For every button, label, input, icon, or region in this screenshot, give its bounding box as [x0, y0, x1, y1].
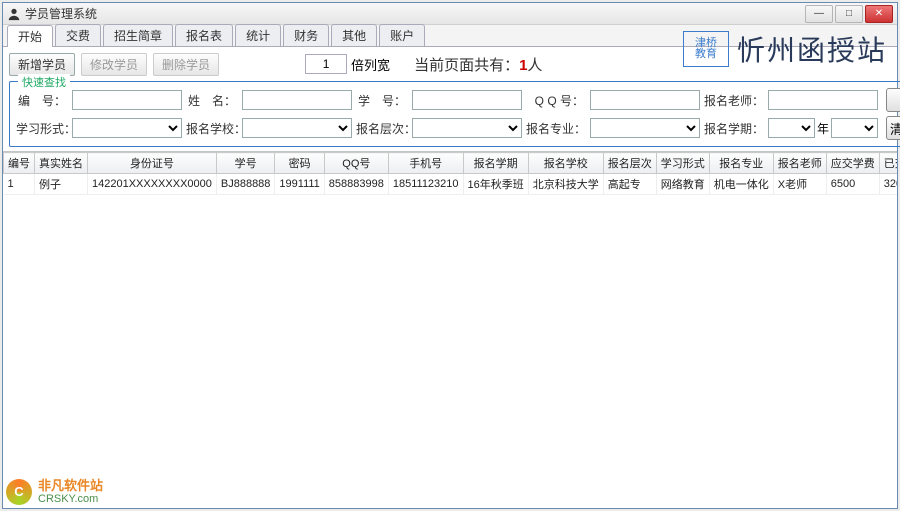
quick-search-box: 快速查找 编 号： 姓 名： 学 号： Q Q 号： 报名老师： 查找 学习形式… [9, 81, 900, 147]
table-cell: 例子 [35, 174, 88, 195]
tab-5[interactable]: 财务 [283, 24, 329, 46]
watermark-name: 非凡软件站 [38, 479, 103, 493]
search-grid: 编 号： 姓 名： 学 号： Q Q 号： 报名老师： 查找 学习形式： 报名学… [16, 88, 900, 140]
table-header-cell[interactable]: 身份证号 [88, 153, 217, 174]
select-school[interactable] [242, 118, 352, 138]
label-level: 报名层次： [356, 120, 408, 137]
table-wrap[interactable]: 编号真实姓名身份证号学号密码QQ号手机号报名学期报名学校报名层次学习形式报名专业… [3, 151, 897, 508]
page-count-prefix: 当前页面共有： [414, 57, 519, 74]
watermark: C 非凡软件站 CRSKY.com [6, 479, 103, 505]
search-button[interactable]: 查找 [886, 88, 900, 112]
clear-button[interactable]: 清除条件 [886, 116, 900, 140]
table-cell: 142201XXXXXXXX0000 [88, 174, 217, 195]
label-qq: Q Q 号： [526, 92, 586, 109]
table-header-cell[interactable]: 手机号 [388, 153, 463, 174]
table-row[interactable]: 1例子142201XXXXXXXX0000BJ88888819911118588… [4, 174, 898, 195]
label-id: 编 号： [16, 92, 68, 109]
input-name[interactable] [242, 90, 352, 110]
table-header-cell[interactable]: 报名老师 [773, 153, 826, 174]
add-student-button[interactable]: 新增学员 [9, 53, 75, 76]
watermark-logo-icon: C [6, 479, 32, 505]
input-studentno[interactable] [412, 90, 522, 110]
table-header-cell[interactable]: 学习形式 [656, 153, 709, 174]
table-header-cell[interactable]: 编号 [4, 153, 35, 174]
table-header-cell[interactable]: 应交学费 [826, 153, 879, 174]
table-header-row: 编号真实姓名身份证号学号密码QQ号手机号报名学期报名学校报名层次学习形式报名专业… [4, 153, 898, 174]
select-period-term[interactable] [831, 118, 878, 138]
table-cell: BJ888888 [216, 174, 275, 195]
app-icon [7, 7, 21, 21]
select-study-type[interactable] [72, 118, 182, 138]
table-header-cell[interactable]: 真实姓名 [35, 153, 88, 174]
label-year-suffix: 年 [817, 120, 829, 137]
input-teacher[interactable] [768, 90, 878, 110]
edit-student-button[interactable]: 修改学员 [81, 53, 147, 76]
delete-student-button[interactable]: 删除学员 [153, 53, 219, 76]
input-id[interactable] [72, 90, 182, 110]
table-body: 1例子142201XXXXXXXX0000BJ88888819911118588… [4, 174, 898, 195]
table-header-cell[interactable]: 报名学校 [528, 153, 603, 174]
label-school: 报名学校： [186, 120, 238, 137]
table-header-cell[interactable]: QQ号 [324, 153, 388, 174]
select-major[interactable] [590, 118, 700, 138]
table-cell: 858883998 [324, 174, 388, 195]
tab-6[interactable]: 其他 [331, 24, 377, 46]
table-cell: X老师 [773, 174, 826, 195]
table-cell: 网络教育 [656, 174, 709, 195]
table-cell: 16年秋季班 [463, 174, 528, 195]
tab-0[interactable]: 开始 [7, 25, 53, 47]
watermark-url: CRSKY.com [38, 493, 103, 505]
page-count-suffix: 人 [527, 57, 542, 74]
tab-2[interactable]: 招生简章 [103, 24, 173, 46]
quick-search-title: 快速查找 [18, 74, 70, 90]
table-cell: 3200 [879, 174, 897, 195]
label-major: 报名专业： [526, 120, 586, 137]
table-cell: 北京科技大学 [528, 174, 603, 195]
titlebar: 学员管理系统 — □ ✕ [3, 3, 897, 25]
column-width-control: 倍列宽 [305, 54, 390, 74]
input-qq[interactable] [590, 90, 700, 110]
table-header-cell[interactable]: 密码 [275, 153, 324, 174]
tab-7[interactable]: 账户 [379, 24, 425, 46]
student-table: 编号真实姓名身份证号学号密码QQ号手机号报名学期报名学校报名层次学习形式报名专业… [3, 152, 897, 195]
minimize-button[interactable]: — [805, 5, 833, 23]
table-cell: 1991111 [275, 174, 324, 195]
label-name: 姓 名： [186, 92, 238, 109]
label-studentno: 学 号： [356, 92, 408, 109]
maximize-button[interactable]: □ [835, 5, 863, 23]
close-button[interactable]: ✕ [865, 5, 893, 23]
column-width-input[interactable] [305, 54, 347, 74]
window-controls: — □ ✕ [803, 5, 893, 23]
column-width-label: 倍列宽 [351, 55, 390, 74]
tab-3[interactable]: 报名表 [175, 24, 233, 46]
table-header-cell[interactable]: 报名学期 [463, 153, 528, 174]
table-header-cell[interactable]: 已交学费 [879, 153, 897, 174]
window-title: 学员管理系统 [25, 5, 803, 22]
label-teacher: 报名老师： [704, 92, 764, 109]
table-cell: 机电一体化 [709, 174, 773, 195]
table-cell: 1 [4, 174, 35, 195]
label-study-type: 学习形式： [16, 120, 68, 137]
page-count: 当前页面共有：1人 [414, 54, 542, 75]
table-cell: 18511123210 [388, 174, 463, 195]
tab-1[interactable]: 交费 [55, 24, 101, 46]
table-header-cell[interactable]: 报名层次 [603, 153, 656, 174]
table-header-cell[interactable]: 报名专业 [709, 153, 773, 174]
table-header-cell[interactable]: 学号 [216, 153, 275, 174]
table-cell: 高起专 [603, 174, 656, 195]
brand-site-name: 忻州函授站 [737, 29, 887, 69]
period-wrap: 年 [768, 118, 878, 138]
app-window: 学员管理系统 — □ ✕ 开始交费招生简章报名表统计财务其他账户 新增学员 修改… [2, 2, 898, 509]
brand-area: 津桥教育 忻州函授站 [683, 29, 887, 69]
table-cell: 6500 [826, 174, 879, 195]
select-level[interactable] [412, 118, 522, 138]
label-period: 报名学期： [704, 120, 764, 137]
tab-4[interactable]: 统计 [235, 24, 281, 46]
brand-logo: 津桥教育 [683, 31, 729, 67]
select-period-year[interactable] [768, 118, 815, 138]
